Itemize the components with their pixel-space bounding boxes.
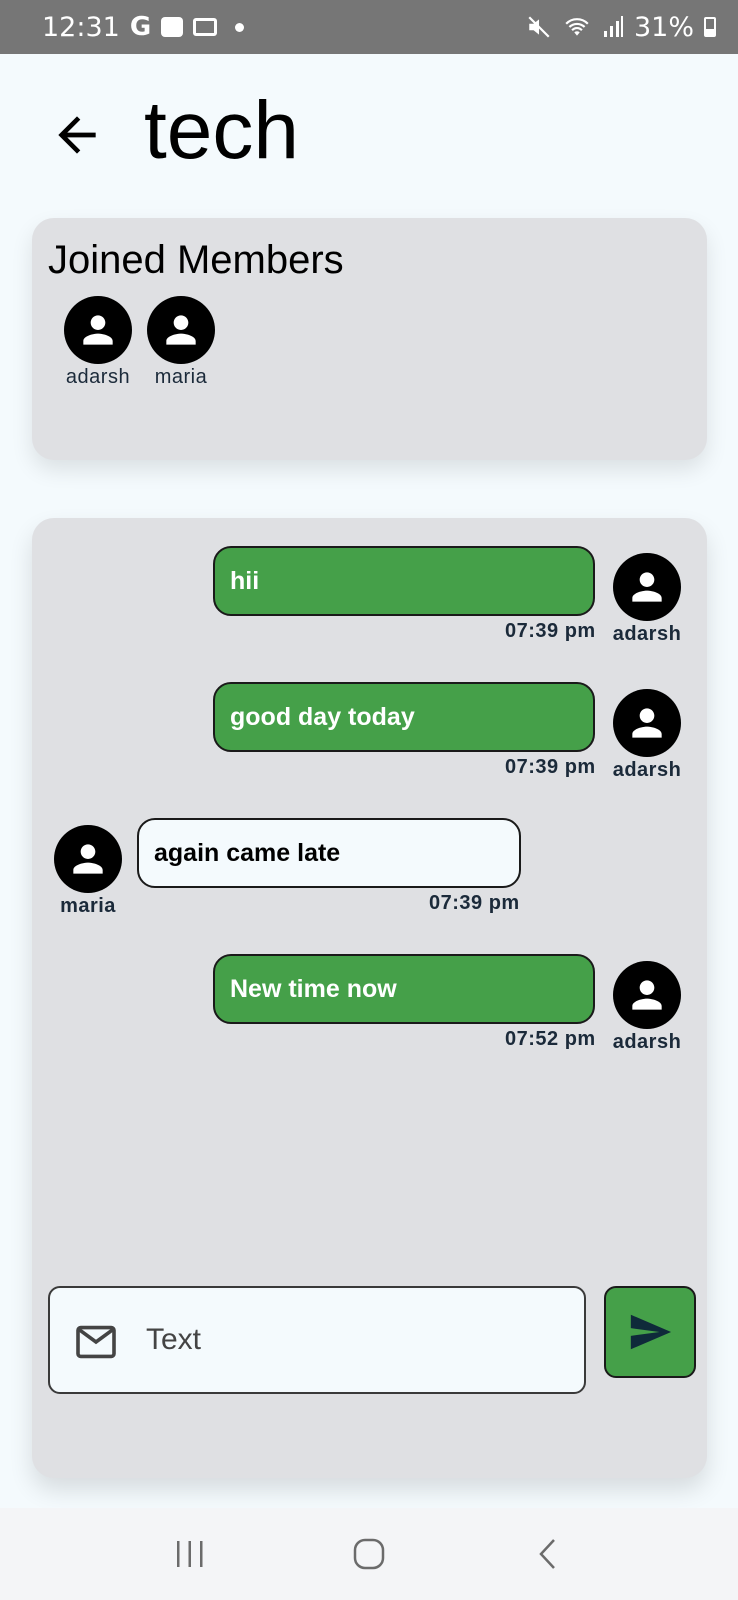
battery-percent: 31% [633, 11, 694, 43]
back-icon [539, 1539, 556, 1569]
person-icon [83, 315, 113, 345]
nav-back-button[interactable] [508, 1524, 588, 1584]
battery-icon [704, 17, 716, 37]
status-time: 12:31 [42, 11, 120, 43]
message-bubble[interactable]: hii [213, 546, 595, 616]
message-time: 07:39 pm [505, 756, 596, 778]
message-author: adarsh [605, 689, 689, 782]
shopping-bag-icon [161, 17, 184, 37]
send-button[interactable] [604, 1286, 696, 1378]
avatar [613, 961, 681, 1029]
person-icon [73, 844, 103, 874]
wifi-icon [565, 18, 589, 36]
members-title: Joined Members [48, 238, 344, 282]
message-time: 07:39 pm [505, 620, 596, 642]
chat-card: hii 07:39 pm adarsh good day today 07:39… [32, 518, 707, 1478]
members-card: Joined Members adarsh maria [32, 218, 707, 460]
home-icon [353, 1538, 385, 1570]
member-name: maria [154, 366, 208, 388]
send-icon [630, 1314, 672, 1350]
avatar [147, 296, 215, 364]
author-name: adarsh [612, 623, 682, 645]
message-bubble[interactable]: again came late [137, 818, 521, 888]
message-bubble[interactable]: good day today [213, 682, 595, 752]
dot-icon [235, 22, 245, 32]
avatar [613, 689, 681, 757]
back-button[interactable] [46, 104, 108, 166]
message-composer [48, 1286, 586, 1394]
person-icon [632, 572, 662, 602]
author-name: maria [60, 895, 116, 917]
status-right: 31% [526, 12, 716, 43]
mail-icon [76, 1325, 116, 1359]
person-icon [632, 708, 662, 738]
google-icon: G [129, 12, 152, 42]
message-text: good day today [230, 702, 415, 731]
member-maria[interactable]: maria [139, 296, 223, 389]
message-author: adarsh [605, 961, 689, 1054]
calendar-icon [193, 18, 218, 36]
message-text: again came late [154, 838, 341, 867]
avatar [64, 296, 132, 364]
recents-icon [176, 1541, 203, 1567]
member-name: adarsh [65, 366, 131, 388]
person-icon [166, 315, 196, 345]
message-text: New time now [230, 974, 397, 1003]
status-left: 12:31 G [42, 11, 245, 43]
home-button[interactable] [329, 1524, 409, 1584]
page-title: tech [144, 85, 299, 176]
message-input[interactable] [146, 1318, 546, 1362]
arrow-left-icon [58, 116, 96, 154]
signal-icon [603, 16, 623, 37]
recents-button[interactable] [150, 1524, 230, 1584]
message-text: hii [230, 566, 260, 595]
author-name: adarsh [612, 1031, 682, 1053]
mute-icon [528, 16, 550, 38]
app-header: tech [0, 54, 738, 204]
status-bar: 12:31 G 31% [0, 0, 738, 54]
person-icon [632, 980, 662, 1010]
message-time: 07:39 pm [429, 892, 520, 914]
author-name: adarsh [612, 759, 682, 781]
message-author: maria [46, 825, 130, 918]
avatar [54, 825, 122, 893]
message-time: 07:52 pm [505, 1028, 596, 1050]
message-author: adarsh [605, 553, 689, 646]
system-nav-bar [0, 1508, 738, 1600]
member-adarsh[interactable]: adarsh [56, 296, 140, 389]
message-bubble[interactable]: New time now [213, 954, 595, 1024]
avatar [613, 553, 681, 621]
